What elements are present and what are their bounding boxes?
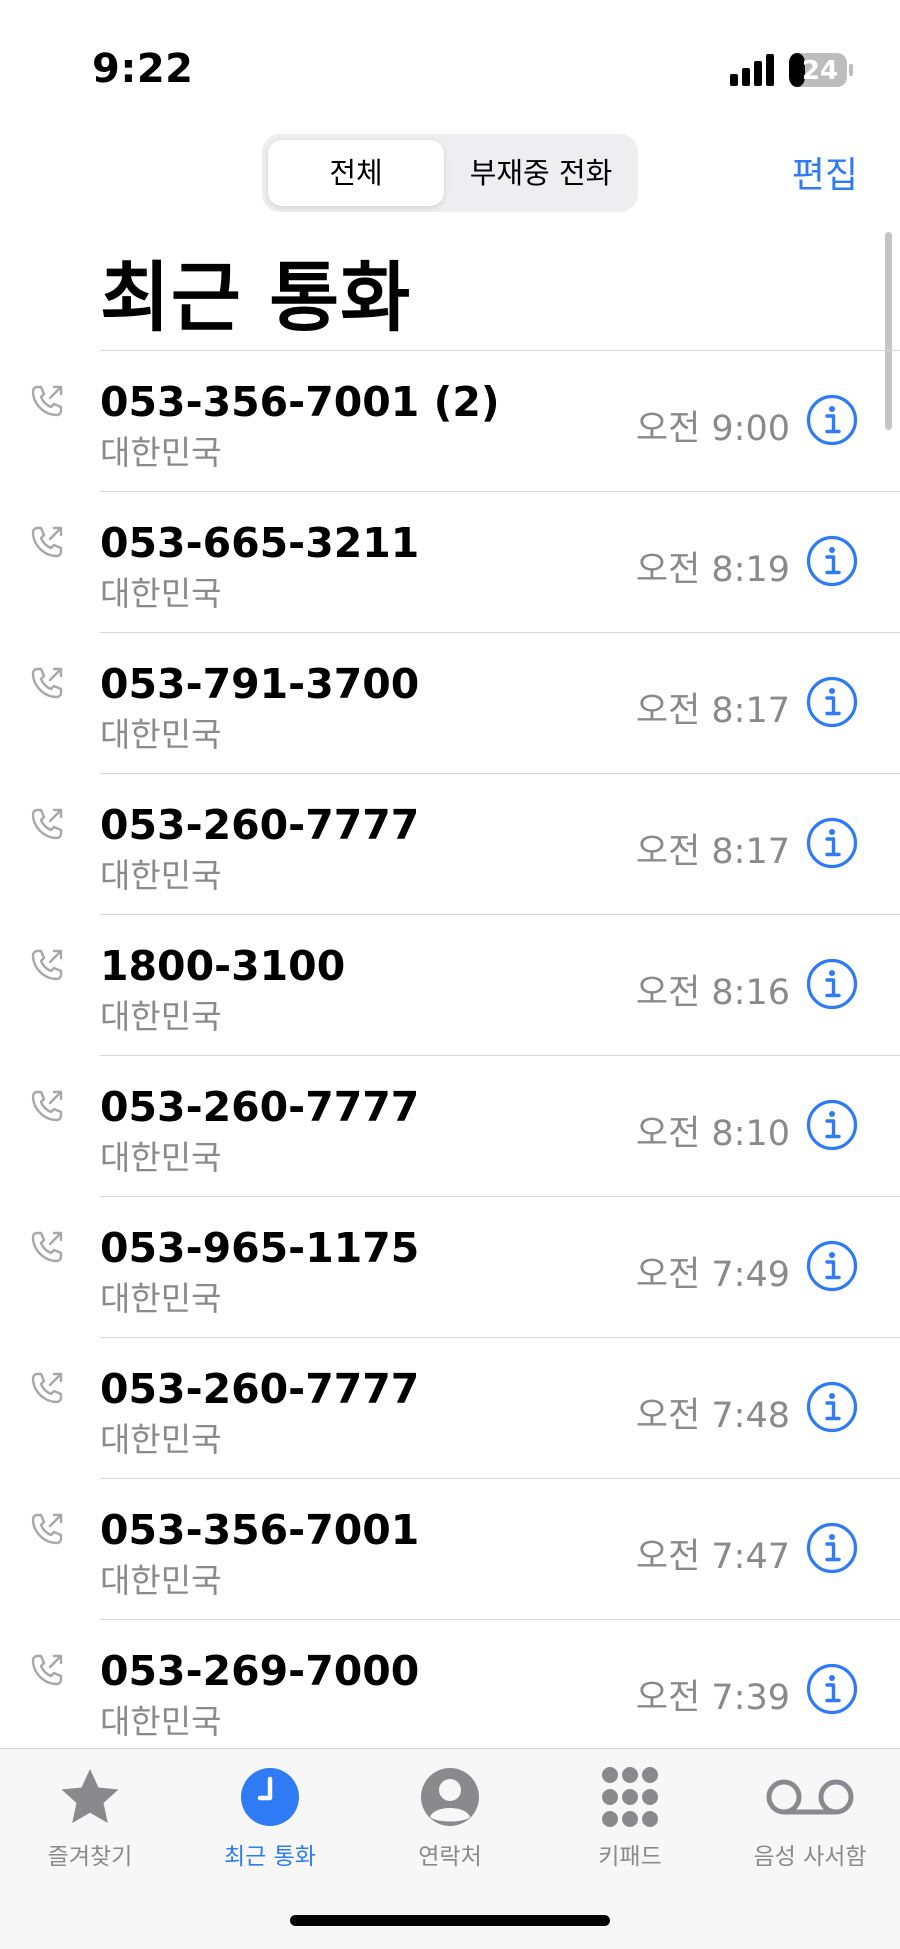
call-number: 053-665-3211 bbox=[100, 519, 420, 567]
segment-all[interactable]: 전체 bbox=[268, 140, 444, 206]
call-row[interactable]: 053-269-7000 대한민국 오전 7:39 bbox=[0, 1619, 900, 1760]
call-number: 053-356-7001 (2) bbox=[100, 378, 500, 426]
call-time: 오전 8:10 bbox=[635, 1114, 790, 1154]
voicemail-icon bbox=[766, 1779, 854, 1815]
keypad-icon bbox=[602, 1767, 658, 1827]
call-filter-segmented-control: 전체 부재중 전화 bbox=[262, 134, 638, 212]
outgoing-call-icon bbox=[31, 1513, 63, 1545]
call-row[interactable]: 053-356-7001 (2) 대한민국 오전 9:00 bbox=[0, 350, 900, 491]
outgoing-call-icon bbox=[31, 667, 63, 699]
star-icon bbox=[61, 1769, 119, 1823]
call-location: 대한민국 bbox=[100, 433, 222, 472]
call-number: 053-260-7777 bbox=[100, 1083, 420, 1131]
cellular-signal-icon bbox=[730, 54, 774, 86]
call-row[interactable]: 053-260-7777 대한민국 오전 8:17 bbox=[0, 773, 900, 914]
tab-contacts[interactable]: 연락처 bbox=[360, 1765, 540, 1875]
call-number: 053-260-7777 bbox=[100, 801, 420, 849]
edit-button[interactable]: 편집 bbox=[792, 146, 858, 198]
page-title: 최근 통화 bbox=[100, 253, 412, 342]
outgoing-call-icon bbox=[31, 949, 63, 981]
tab-label: 키패드 bbox=[598, 1844, 662, 1870]
tab-label: 최근 통화 bbox=[224, 1844, 316, 1870]
call-time: 오전 8:17 bbox=[635, 832, 790, 872]
info-icon[interactable] bbox=[806, 1381, 858, 1433]
call-row[interactable]: 053-260-7777 대한민국 오전 7:48 bbox=[0, 1337, 900, 1478]
info-icon[interactable] bbox=[806, 535, 858, 587]
status-time: 9:22 bbox=[92, 46, 194, 92]
call-location: 대한민국 bbox=[100, 856, 222, 895]
call-number: 053-269-7000 bbox=[100, 1647, 420, 1695]
call-time: 오전 8:17 bbox=[635, 691, 790, 731]
outgoing-call-icon bbox=[31, 1090, 63, 1122]
call-row[interactable]: 053-260-7777 대한민국 오전 8:10 bbox=[0, 1055, 900, 1196]
call-time: 오전 8:16 bbox=[635, 973, 790, 1013]
battery-icon: 24 bbox=[788, 52, 854, 88]
tab-recents[interactable]: 최근 통화 bbox=[180, 1765, 360, 1875]
tab-label: 음성 사서함 bbox=[753, 1844, 867, 1870]
call-row[interactable]: 053-791-3700 대한민국 오전 8:17 bbox=[0, 632, 900, 773]
info-icon[interactable] bbox=[806, 817, 858, 869]
info-icon[interactable] bbox=[806, 394, 858, 446]
call-row[interactable]: 053-356-7001 대한민국 오전 7:47 bbox=[0, 1478, 900, 1619]
call-time: 오전 7:48 bbox=[635, 1396, 790, 1436]
call-row[interactable]: 053-665-3211 대한민국 오전 8:19 bbox=[0, 491, 900, 632]
call-number: 053-965-1175 bbox=[100, 1224, 420, 1272]
tab-voicemail[interactable]: 음성 사서함 bbox=[720, 1765, 900, 1875]
info-icon[interactable] bbox=[806, 1663, 858, 1715]
call-row[interactable]: 1800-3100 대한민국 오전 8:16 bbox=[0, 914, 900, 1055]
call-location: 대한민국 bbox=[100, 1702, 222, 1741]
call-number: 053-260-7777 bbox=[100, 1365, 420, 1413]
outgoing-call-icon bbox=[31, 1654, 63, 1686]
info-icon[interactable] bbox=[806, 676, 858, 728]
tab-favorites[interactable]: 즐겨찾기 bbox=[0, 1765, 180, 1875]
home-indicator bbox=[290, 1915, 610, 1926]
call-time: 오전 7:49 bbox=[635, 1255, 790, 1295]
call-time: 오전 7:39 bbox=[635, 1678, 790, 1718]
info-icon[interactable] bbox=[806, 1522, 858, 1574]
person-icon bbox=[421, 1768, 479, 1826]
call-row[interactable]: 053-965-1175 대한민국 오전 7:49 bbox=[0, 1196, 900, 1337]
call-location: 대한민국 bbox=[100, 1561, 222, 1600]
info-icon[interactable] bbox=[806, 1099, 858, 1151]
segment-missed[interactable]: 부재중 전화 bbox=[450, 140, 632, 206]
outgoing-call-icon bbox=[31, 1372, 63, 1404]
outgoing-call-icon bbox=[31, 1231, 63, 1263]
outgoing-call-icon bbox=[31, 808, 63, 840]
call-location: 대한민국 bbox=[100, 1420, 222, 1459]
tab-label: 연락처 bbox=[418, 1844, 482, 1870]
status-bar: 9:22 24 bbox=[0, 0, 900, 120]
call-number: 053-356-7001 bbox=[100, 1506, 420, 1554]
tab-keypad[interactable]: 키패드 bbox=[540, 1765, 720, 1875]
tab-label: 즐겨찾기 bbox=[47, 1844, 133, 1870]
info-icon[interactable] bbox=[806, 1240, 858, 1292]
call-time: 오전 9:00 bbox=[635, 409, 790, 449]
call-number: 053-791-3700 bbox=[100, 660, 420, 708]
call-location: 대한민국 bbox=[100, 574, 222, 613]
call-number: 1800-3100 bbox=[100, 942, 346, 990]
call-location: 대한민국 bbox=[100, 1279, 222, 1318]
call-location: 대한민국 bbox=[100, 1138, 222, 1177]
call-location: 대한민국 bbox=[100, 715, 222, 754]
outgoing-call-icon bbox=[31, 385, 63, 417]
battery-level: 24 bbox=[801, 56, 839, 86]
call-time: 오전 7:47 bbox=[635, 1537, 790, 1577]
call-location: 대한민국 bbox=[100, 997, 222, 1036]
call-time: 오전 8:19 bbox=[635, 550, 790, 590]
clock-icon bbox=[241, 1768, 299, 1826]
info-icon[interactable] bbox=[806, 958, 858, 1010]
outgoing-call-icon bbox=[31, 526, 63, 558]
